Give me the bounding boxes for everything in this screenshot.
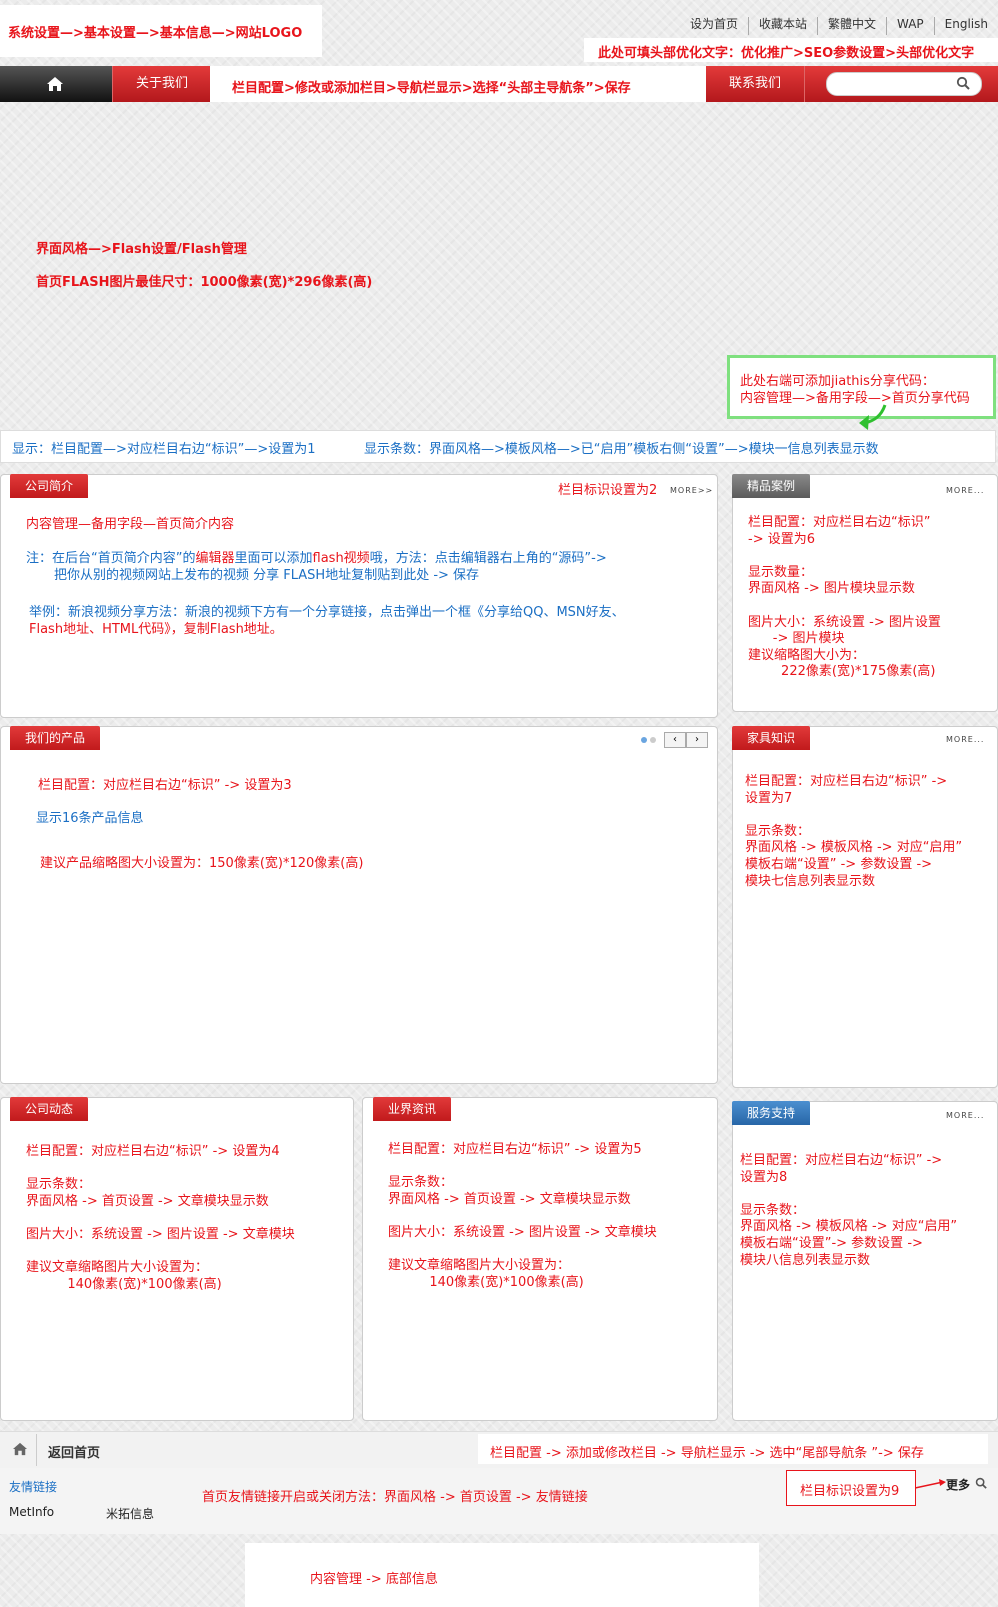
back-home-link[interactable]: 返回首页 bbox=[48, 1442, 100, 1461]
home-icon[interactable] bbox=[12, 1442, 28, 1456]
info-note-right: 显示条数：界面风格—>模板风格—>已“启用”模板右侧“设置”—>模块一信息列表显… bbox=[364, 442, 879, 457]
flash-note-1: 界面风格—>Flash设置/Flash管理 bbox=[36, 242, 247, 257]
friend-links-note: 首页友情链接开启或关闭方法：界面风格 -> 首页设置 -> 友情链接 bbox=[202, 1490, 588, 1505]
home-icon bbox=[47, 77, 63, 91]
footer-nav-note: 栏目配置 -> 添加或修改栏目 -> 导航栏显示 -> 选中“尾部导航条 ”->… bbox=[490, 1446, 924, 1461]
top-link-bookmark[interactable]: 收藏本站 bbox=[747, 17, 817, 35]
nav-item-contact[interactable]: 联系我们 bbox=[706, 66, 805, 102]
intro-flag-note: 栏目标识设置为2 bbox=[558, 483, 658, 498]
intro-note-1: 内容管理—备用字段—首页简介内容 bbox=[26, 517, 235, 532]
arrow-icon bbox=[915, 1479, 946, 1489]
top-link-homepage[interactable]: 设为首页 bbox=[680, 17, 748, 35]
friend-link-mituo[interactable]: 米拓信息 bbox=[106, 1505, 154, 1522]
intro-note-5: Flash地址、HTML代码》，复制Flash地址。 bbox=[29, 622, 283, 637]
furniture-notes: 栏目配置：对应栏目右边“标识” -> 设置为7 显示条数： 界面风格 -> 模板风格… bbox=[745, 774, 963, 889]
tab-service[interactable]: 服务支持 bbox=[732, 1101, 811, 1125]
slider-dot-active[interactable] bbox=[641, 737, 647, 743]
search-icon[interactable] bbox=[956, 76, 970, 90]
products-note-3: 建议产品缩略图大小设置为：150像素(宽)*120像素(高) bbox=[40, 856, 364, 871]
flash-note-2: 首页FLASH图片最佳尺寸：1000像素(宽)*296像素(高) bbox=[36, 275, 373, 290]
friend-link-metinfo[interactable]: MetInfo bbox=[9, 1505, 54, 1519]
intro-note-2: 注：在后台“首页简介内容”的编辑器里面可以添加flash视频哦，方法：点击编辑器… bbox=[26, 551, 607, 566]
tab-industry[interactable]: 业界资讯 bbox=[373, 1097, 452, 1121]
next-arrow-icon[interactable]: › bbox=[686, 732, 708, 748]
tab-cases[interactable]: 精品案例 bbox=[732, 474, 811, 498]
flag9-note: 栏目标识设置为9 bbox=[800, 1484, 900, 1499]
tab-news[interactable]: 公司动态 bbox=[10, 1097, 89, 1121]
industry-notes: 栏目配置：对应栏目右边“标识” -> 设置为5 显示条数： 界面风格 -> 首页设… bbox=[388, 1142, 657, 1290]
intro-note-4: 举例：新浪视频分享方法：新浪的视频下方有一个分享链接，点击弹出一个框《分享给QQ… bbox=[29, 605, 625, 620]
cases-notes: 栏目配置：对应栏目右边“标识” -> 设置为6 显示数量： 界面风格 -> 图片模块… bbox=[748, 515, 941, 680]
news-notes: 栏目配置：对应栏目右边“标识” -> 设置为4 显示条数： 界面风格 -> 首页设… bbox=[26, 1144, 295, 1292]
info-note-left: 显示：栏目配置—>对应栏目右边“标识”—>设置为1 bbox=[12, 442, 316, 457]
service-notes: 栏目配置：对应栏目右边“标识” -> 设置为8 显示条数： 界面风格 -> 模板风格… bbox=[740, 1153, 958, 1268]
top-link-traditional[interactable]: 繁體中文 bbox=[816, 17, 886, 35]
divider bbox=[36, 1434, 37, 1466]
top-link-english[interactable]: English bbox=[933, 17, 998, 35]
cases-more-link[interactable]: MORE... bbox=[946, 486, 984, 495]
products-note-1: 栏目配置：对应栏目右边“标识” -> 设置为3 bbox=[38, 778, 292, 793]
prev-arrow-icon[interactable]: ‹ bbox=[664, 732, 686, 748]
slider-dot[interactable] bbox=[650, 737, 656, 743]
tab-products[interactable]: 我们的产品 bbox=[10, 726, 101, 750]
seo-note: 此处可填头部优化文字：优化推广>SEO参数设置>头部优化文字 bbox=[598, 46, 975, 61]
friend-links-title: 友情链接 bbox=[9, 1480, 58, 1494]
service-more-link[interactable]: MORE... bbox=[946, 1111, 984, 1120]
products-note-2: 显示16条产品信息 bbox=[36, 811, 144, 826]
nav-item-about[interactable]: 关于我们 bbox=[112, 66, 211, 102]
tab-furniture[interactable]: 家具知识 bbox=[732, 726, 811, 750]
bottom-info-note: 内容管理 -> 底部信息 bbox=[310, 1572, 438, 1587]
nav-note: 栏目配置>修改或添加栏目>导航栏显示>选择“头部主导航条”>保存 bbox=[232, 81, 631, 96]
top-links: 设为首页 收藏本站 繁體中文 WAP English bbox=[680, 17, 998, 35]
furniture-more-link[interactable]: MORE... bbox=[946, 735, 984, 744]
top-link-wap[interactable]: WAP bbox=[886, 17, 934, 35]
intro-note-3: 把你从别的视频网站上发布的视频 分享 FLASH地址复制贴到此处 -> 保存 bbox=[54, 568, 480, 583]
logo-note: 系统设置—>基本设置—>基本信息—>网站LOGO bbox=[8, 26, 303, 41]
intro-panel bbox=[0, 474, 718, 718]
friend-links-more[interactable]: 更多 bbox=[946, 1476, 970, 1493]
tab-intro[interactable]: 公司简介 bbox=[10, 474, 89, 498]
intro-more-link[interactable]: MORE>> bbox=[670, 486, 713, 495]
search-icon[interactable] bbox=[975, 1477, 987, 1489]
nav-home-button[interactable] bbox=[0, 66, 112, 102]
